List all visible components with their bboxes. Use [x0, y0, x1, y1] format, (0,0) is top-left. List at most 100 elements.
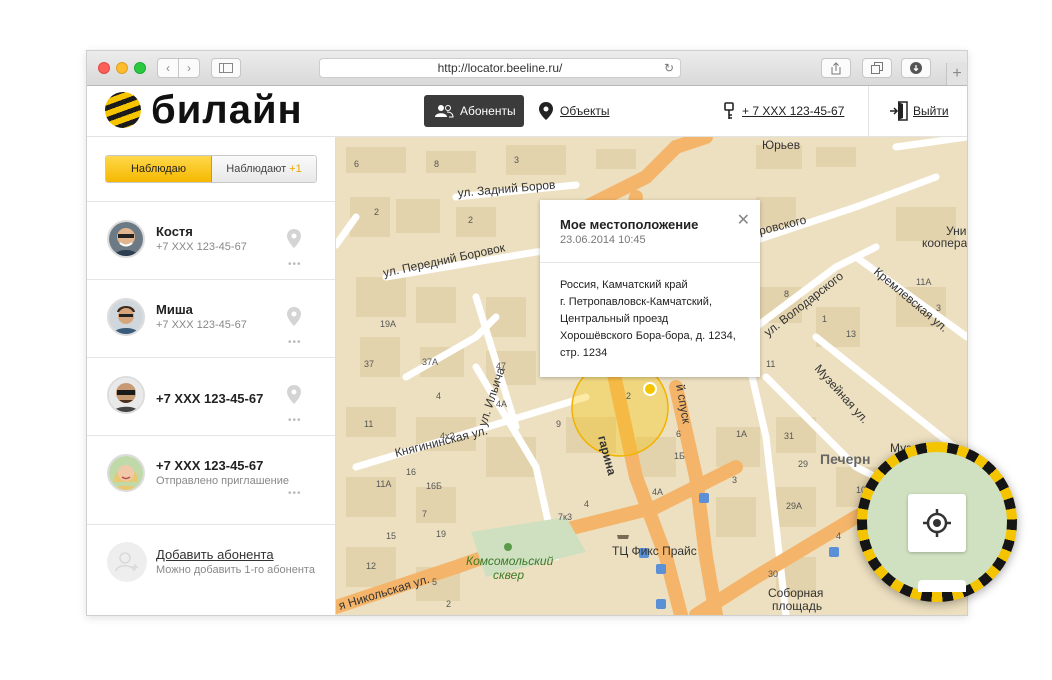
tab-objects[interactable]: Объекты [539, 95, 610, 127]
address-line: Россия, Камчатский край [560, 279, 688, 291]
download-icon [910, 62, 922, 74]
watched-by-tab[interactable]: Наблюдают +1 [212, 156, 316, 182]
watching-tab[interactable]: Наблюдаю [106, 156, 212, 182]
popup-divider [540, 262, 760, 263]
contact-phone: +7 XXX 123-45-67 [156, 241, 247, 253]
house-number: 37A [422, 357, 438, 367]
house-number: 1 [822, 314, 827, 324]
house-number: 19A [380, 319, 396, 329]
house-number: 7 [422, 509, 427, 519]
mall-label: ТЦ Фикс Прайс [612, 544, 697, 558]
house-number: 31 [784, 431, 794, 441]
forward-button[interactable]: › [178, 58, 200, 78]
house-number: 19 [436, 529, 446, 539]
contact-item[interactable]: +7 XXX 123-45-67 ••• [87, 357, 335, 435]
downloads-button[interactable] [901, 58, 931, 78]
more-options-icon[interactable]: ••• [288, 259, 302, 270]
street-label: ул. Задний Боров [457, 178, 556, 200]
sidebar-icon [219, 63, 233, 73]
zoom-window-button[interactable] [134, 62, 146, 74]
reload-icon[interactable]: ↻ [664, 61, 674, 75]
locate-contact-pin-icon[interactable] [287, 385, 301, 404]
add-subscriber-row[interactable]: Добавить абонента Можно добавить 1-го аб… [87, 524, 335, 595]
house-number: 11A [916, 277, 931, 287]
add-subscriber-link[interactable]: Добавить абонента [156, 547, 274, 562]
house-number: 3 [514, 155, 519, 165]
house-number: 4x2 [440, 431, 455, 441]
minimize-window-button[interactable] [116, 62, 128, 74]
house-number: 4 [436, 391, 441, 401]
contact-phone: +7 XXX 123-45-67 [156, 319, 247, 331]
avatar [107, 454, 145, 492]
house-number: 5 [432, 577, 437, 587]
address-line: стр. 1234 [560, 347, 608, 359]
share-button[interactable] [821, 58, 851, 78]
new-tab-button[interactable]: + [946, 63, 967, 85]
add-user-icon [107, 542, 147, 582]
account-phone-link[interactable]: + 7 XXX 123-45-67 [724, 95, 844, 127]
address-line: Центральный проезд [560, 313, 669, 325]
watched-by-tab-label: Наблюдают [226, 163, 287, 175]
browser-window: ‹ › http://locator.beeline.ru/ ↻ + билай… [86, 50, 968, 616]
house-number: 6 [676, 429, 681, 439]
house-number: 47 [496, 361, 506, 371]
callout-tab [918, 580, 966, 592]
crosshair-icon [923, 509, 951, 537]
watching-tab-label: Наблюдаю [130, 163, 187, 175]
browser-toolbar: ‹ › http://locator.beeline.ru/ ↻ + [87, 51, 967, 86]
house-number: 1A [736, 429, 747, 439]
house-number: 1Б [674, 451, 685, 461]
contact-item[interactable]: Миша +7 XXX 123-45-67 ••• [87, 279, 335, 357]
locate-contact-pin-icon[interactable] [287, 307, 301, 326]
contact-status: Отправлено приглашение [156, 475, 289, 487]
house-number: 7к3 [558, 512, 572, 522]
house-number: 37 [364, 359, 374, 369]
watched-by-count: +1 [289, 163, 302, 175]
logout-label: Выйти [913, 104, 949, 118]
house-number: 4A [496, 399, 507, 409]
house-number: 8 [434, 159, 439, 169]
more-options-icon[interactable]: ••• [288, 415, 302, 426]
more-options-icon[interactable]: ••• [288, 488, 302, 499]
back-button[interactable]: ‹ [157, 58, 179, 78]
beeline-logo-icon [105, 92, 141, 128]
location-popup: Мое местоположение 23.06.2014 10:45 ✕ Ро… [540, 200, 760, 377]
sidebar-toggle-button[interactable] [211, 58, 241, 78]
plus-icon: + [952, 65, 962, 82]
square-label: Соборная [768, 586, 823, 600]
house-number: 3 [732, 475, 737, 485]
tabs-button[interactable] [862, 58, 892, 78]
locate-me-button[interactable] [908, 494, 966, 552]
popup-timestamp: 23.06.2014 10:45 [560, 234, 646, 246]
header-divider [868, 86, 869, 136]
close-window-button[interactable] [98, 62, 110, 74]
share-icon [831, 61, 841, 74]
more-options-icon[interactable]: ••• [288, 337, 302, 348]
contact-item[interactable]: +7 XXX 123-45-67 Отправлено приглашение … [87, 435, 335, 513]
contact-name: Костя [156, 224, 193, 239]
address-bar[interactable]: http://locator.beeline.ru/ ↻ [319, 58, 681, 78]
contact-item[interactable]: Костя +7 XXX 123-45-67 ••• [87, 201, 335, 279]
square-label: площадь [772, 599, 822, 613]
avatar [107, 220, 145, 258]
address-line: Хорошёвского Бора-бора, д. 1234, [560, 330, 736, 342]
house-number: 13 [846, 329, 856, 339]
house-number: 2 [446, 599, 451, 609]
house-number: 4A [652, 487, 663, 497]
house-number: 3 [936, 303, 941, 313]
add-subscriber-hint: Можно добавить 1-го абонента [156, 564, 315, 576]
house-number: 12 [366, 561, 376, 571]
door-exit-icon [890, 101, 908, 121]
house-number: 2 [468, 215, 473, 225]
tab-objects-label: Объекты [560, 104, 610, 118]
house-number: 9 [556, 419, 561, 429]
logout-button[interactable]: Выйти [890, 95, 949, 127]
park-label: Комсомольский [466, 554, 554, 568]
logo-text: билайн [151, 88, 303, 132]
tab-subscribers[interactable]: Абоненты [424, 95, 524, 127]
close-icon[interactable]: ✕ [737, 210, 750, 230]
street-label: Печерн [820, 451, 870, 467]
house-number: 11 [766, 359, 775, 369]
locate-contact-pin-icon[interactable] [287, 229, 301, 248]
app-header: билайн Абоненты Объекты + 7 XXX 123-45-6… [87, 86, 967, 137]
